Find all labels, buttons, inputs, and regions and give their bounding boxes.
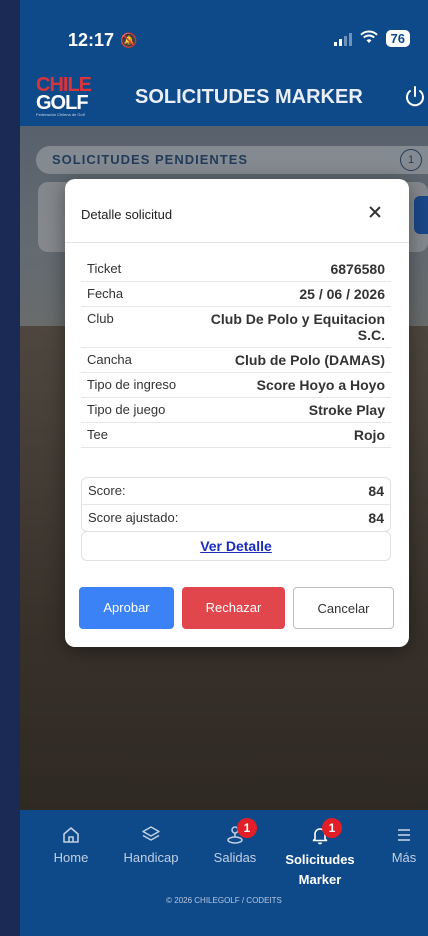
detail-value: Club de Polo (DAMAS) [234,352,385,368]
detail-list: Ticket 6876580 Fecha 25 / 06 / 2026 Club… [81,257,391,448]
app-header: CHILE GOLF Federación Chilena de Golf SO… [20,70,428,126]
wifi-icon [359,30,378,47]
detail-label: Ticket [87,261,122,276]
battery-indicator: 76 [385,30,410,47]
detail-value: Rojo [353,427,385,443]
detail-label: Tee [87,427,108,442]
detail-row-tipo-juego: Tipo de juego Stroke Play [81,398,391,423]
score-box: Score: 84 Score ajustado: 84 [81,477,391,532]
detail-value: Stroke Play [308,402,385,418]
score-adjusted-row: Score ajustado: 84 [82,505,390,531]
nav-handicap[interactable]: Handicap [118,824,184,865]
layers-icon [140,824,162,846]
request-detail-modal: Detalle solicitud Ticket 6876580 Fecha 2… [65,179,409,647]
nav-solicitudes-marker[interactable]: 1 Solicitudes Marker [282,818,358,890]
detail-label: Tipo de juego [87,402,166,417]
approve-button[interactable]: Aprobar [79,587,174,629]
app-screen: 12:17 🔕 76 CHILE GOLF Federación Chilena… [20,0,428,936]
nav-solicitudes-label: Solicitudes [285,852,355,867]
score-value: 84 [368,483,384,499]
reject-button[interactable]: Rechazar [182,587,285,629]
score-row: Score: 84 [82,478,390,505]
score-adjusted-value: 84 [368,510,384,526]
detail-row-tee: Tee Rojo [81,423,391,448]
detail-row-club: Club Club De Polo y Equitacion S.C. [81,307,391,348]
bottom-nav: Home Handicap 1 Salidas 1 Solicitudes Ma… [20,810,428,936]
power-icon[interactable] [402,84,428,110]
ver-detalle-link[interactable]: Ver Detalle [81,531,391,561]
modal-title: Detalle solicitud [81,207,173,222]
detail-value: 25 / 06 / 2026 [299,286,385,302]
nav-salidas-label: Salidas [213,850,257,865]
detail-label: Cancha [87,352,132,367]
score-label: Score: [88,483,126,498]
detail-value: 6876580 [330,261,385,277]
detail-label: Fecha [87,286,124,301]
detail-value: Club De Polo y Equitacion S.C. [210,311,385,343]
detail-label: Tipo de ingreso [87,377,177,392]
nav-salidas[interactable]: 1 Salidas [210,818,260,865]
home-icon [60,824,82,846]
nav-mas[interactable]: Más [384,824,424,865]
copyright-text: © 2026 CHILEGOLF / CODEITS [166,896,282,905]
nav-mas-label: Más [391,850,417,865]
status-bar: 12:17 🔕 76 [20,0,428,70]
signal-icon [333,32,352,46]
nav-handicap-label: Handicap [123,850,179,865]
silent-icon: 🔕 [120,32,138,48]
logo-line2: GOLF [36,92,89,114]
nav-home-label: Home [53,850,89,865]
page-title: SOLICITUDES MARKER [135,86,363,108]
detail-row-tipo-ingreso: Tipo de ingreso Score Hoyo a Hoyo [81,373,391,398]
golf-icon: 1 [224,818,257,846]
modal-divider [65,242,409,243]
logo-tagline: Federación Chilena de Golf [36,112,85,117]
close-icon[interactable] [365,203,385,223]
status-indicators: 76 [333,30,410,47]
bell-icon: 1 [309,818,342,846]
detail-label: Club [87,311,114,326]
detail-row-ticket: Ticket 6876580 [81,257,391,282]
menu-icon [393,824,415,846]
detail-row-fecha: Fecha 25 / 06 / 2026 [81,282,391,307]
detail-value: Score Hoyo a Hoyo [256,377,385,393]
salidas-badge: 1 [237,818,257,838]
detail-row-cancha: Cancha Club de Polo (DAMAS) [81,348,391,373]
chilegolf-logo: CHILE GOLF Federación Chilena de Golf [36,75,106,120]
nav-home[interactable]: Home [46,824,96,865]
status-time: 12:17 [68,30,115,50]
cancel-button[interactable]: Cancelar [293,587,394,629]
solicitudes-badge: 1 [322,818,342,838]
nav-solicitudes-label2: Marker [298,872,342,887]
score-adjusted-label: Score ajustado: [88,510,179,525]
